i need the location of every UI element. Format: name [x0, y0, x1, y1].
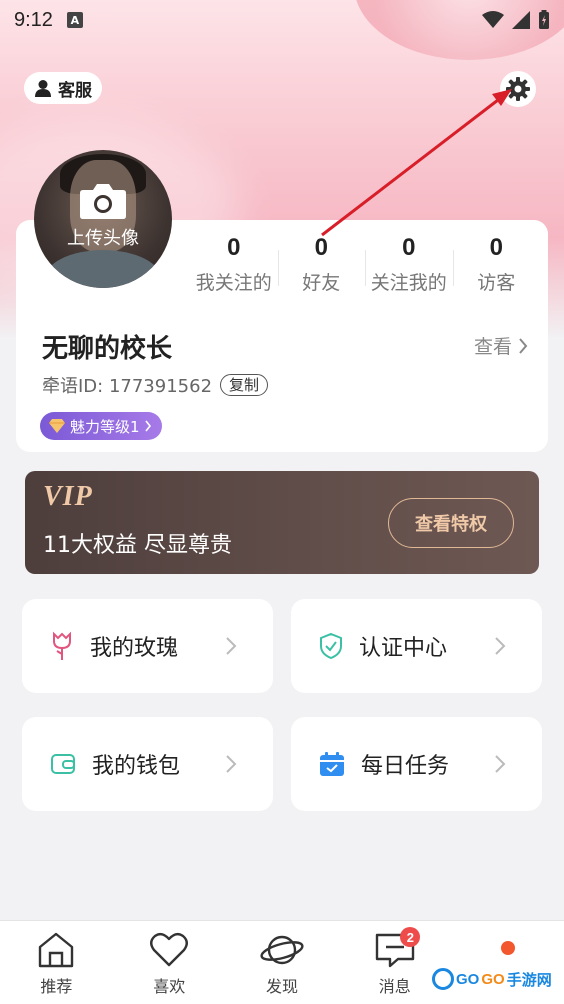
avatar-upload[interactable]: 上传头像: [34, 150, 172, 288]
person-icon: [35, 80, 51, 97]
stat-friends[interactable]: 0 好友: [277, 228, 366, 308]
unread-badge: 2: [400, 927, 421, 947]
stat-visitors[interactable]: 0 访客: [452, 228, 541, 308]
avatar-photo: [44, 250, 162, 288]
chevron-right-icon: [495, 637, 506, 655]
tab-discover[interactable]: 发现: [226, 921, 339, 1004]
signal-icon: [512, 11, 530, 29]
stat-followers[interactable]: 0 关注我的: [365, 228, 453, 308]
chevron-right-icon: [495, 755, 506, 773]
diamond-icon: [49, 419, 65, 433]
chevron-right-icon: [226, 637, 237, 655]
tab-messages[interactable]: 2 消息: [338, 921, 451, 1004]
calendar-icon: [320, 752, 344, 776]
watermark-text: 手游网: [506, 971, 552, 989]
stat-value: 0: [489, 234, 503, 261]
wifi-icon: [482, 11, 504, 28]
wallet-icon: [51, 754, 75, 774]
tab-label: 推荐: [40, 977, 73, 996]
status-time: 9:12: [14, 8, 53, 31]
user-id: 牵语ID: 177391562: [42, 376, 213, 397]
rose-icon: [53, 631, 71, 660]
tab-recommend[interactable]: 推荐: [0, 921, 113, 1004]
nickname: 无聊的校长: [42, 334, 173, 364]
view-label: 查看: [474, 336, 513, 358]
charm-level-badge[interactable]: 魅力等级1: [40, 412, 162, 440]
charm-level-label: 魅力等级1: [70, 417, 140, 436]
menu-label: 我的钱包: [92, 754, 181, 779]
status-icons: [482, 10, 550, 30]
status-bar: 9:12 A: [0, 0, 564, 40]
stats-row: 0 我关注的 0 好友 0 关注我的 0 访客: [190, 228, 540, 308]
menu-label: 我的玫瑰: [90, 636, 179, 661]
planet-icon: [260, 935, 304, 965]
notification-icon: A: [66, 12, 83, 28]
view-privileges-button[interactable]: 查看特权: [388, 498, 514, 548]
stat-value: 0: [314, 234, 328, 261]
shield-check-icon: [320, 632, 342, 660]
stat-label: 访客: [477, 272, 516, 294]
stat-value: 0: [402, 234, 416, 261]
camera-icon: [80, 184, 126, 219]
settings-button[interactable]: [500, 71, 536, 107]
vip-banner[interactable]: VIP 11大权益 尽显尊贵 查看特权: [25, 471, 539, 574]
stat-value: 0: [227, 234, 241, 261]
watermark-text: GO: [481, 970, 505, 988]
home-icon: [39, 932, 74, 968]
chevron-right-icon: [519, 337, 528, 354]
stat-following[interactable]: 0 我关注的: [190, 228, 278, 308]
tab-label: 消息: [378, 977, 411, 996]
vip-subtitle: 11大权益 尽显尊贵: [43, 533, 232, 558]
user-id-row: 牵语ID: 177391562 复制: [42, 372, 269, 398]
chevron-right-icon: [226, 755, 237, 773]
stat-label: 关注我的: [370, 272, 447, 294]
bottom-tab-bar: 推荐 喜欢 发现 2 消息: [0, 920, 564, 1004]
stat-label: 我关注的: [195, 272, 272, 294]
heart-icon: [150, 932, 189, 967]
copy-id-button[interactable]: 复制: [220, 374, 269, 396]
upload-avatar-label: 上传头像: [67, 228, 139, 249]
gear-icon: [506, 77, 530, 101]
view-profile-link[interactable]: 查看: [474, 332, 528, 359]
customer-service-label: 客服: [58, 80, 92, 101]
menu-daily-tasks[interactable]: 每日任务: [291, 717, 542, 811]
tab-label: 发现: [265, 977, 298, 996]
watermark-logo: GO GO 手游网: [432, 968, 552, 990]
tab-profile[interactable]: [451, 921, 564, 1004]
menu-my-roses[interactable]: 我的玫瑰: [22, 599, 273, 693]
chevron-right-icon: [144, 420, 151, 432]
battery-icon: [539, 10, 549, 29]
watermark-logo-icon: [432, 968, 454, 990]
menu-label: 每日任务: [361, 754, 450, 779]
vip-title: VIP: [43, 481, 93, 512]
notification-dot: [500, 941, 515, 955]
watermark-text: GO: [456, 970, 480, 988]
stat-label: 好友: [302, 272, 341, 294]
tab-label: 喜欢: [153, 977, 186, 996]
menu-verification-center[interactable]: 认证中心: [291, 599, 542, 693]
customer-service-button[interactable]: 客服: [24, 72, 102, 104]
tab-likes[interactable]: 喜欢: [113, 921, 226, 1004]
menu-my-wallet[interactable]: 我的钱包: [22, 717, 273, 811]
menu-label: 认证中心: [359, 636, 448, 661]
